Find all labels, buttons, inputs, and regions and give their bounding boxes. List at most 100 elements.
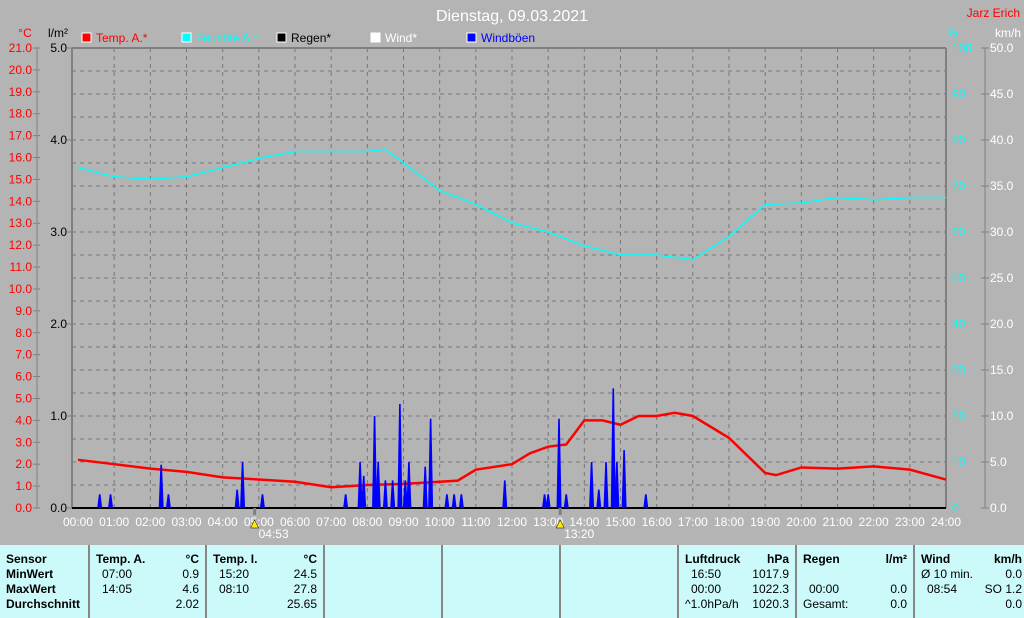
x-tick-label: 09:00: [388, 515, 418, 529]
humidity-tick-label: 80: [952, 133, 966, 147]
humidity-tick-label: 40: [952, 317, 966, 331]
cell: Sensor: [6, 552, 47, 566]
cell: 0.0: [1005, 597, 1022, 611]
humidity-tick-label: 30: [952, 363, 966, 377]
temp-tick-label: 8.0: [15, 326, 32, 340]
temp-tick-label: 17.0: [9, 129, 33, 143]
x-tick-label: 10:00: [425, 515, 455, 529]
temp-tick-label: 12.0: [9, 238, 33, 252]
windgust-spike: [259, 494, 265, 508]
cell: 24.5: [293, 567, 317, 581]
humidity-tick-label: 20: [952, 409, 966, 423]
cell: Gesamt:: [803, 597, 849, 611]
cell: 4.6: [182, 582, 199, 596]
cell: ^1.0hPa/h: [685, 597, 739, 611]
cell: 1020.3: [752, 597, 789, 611]
col-empty: [325, 545, 443, 618]
temp-tick-label: 9.0: [15, 304, 32, 318]
windgust-spike: [643, 494, 649, 508]
wind-tick-label: 10.0: [990, 409, 1014, 423]
legend-label: Feuchte A.*: [196, 31, 258, 45]
rain-tick-label: 1.0: [50, 409, 67, 423]
temp-tick-label: 21.0: [9, 41, 33, 55]
x-tick-label: 23:00: [895, 515, 925, 529]
cell: l/m²: [885, 552, 907, 566]
cell: SO 1.2: [984, 582, 1022, 596]
x-tick-label: 07:00: [316, 515, 346, 529]
x-tick-label: 22:00: [859, 515, 889, 529]
x-tick-label: 01:00: [99, 515, 129, 529]
temp-tick-label: 1.0: [15, 479, 32, 493]
legend-swatch: [276, 32, 287, 43]
temp-tick-label: 20.0: [9, 63, 33, 77]
cell: Regen: [803, 552, 840, 566]
x-tick-label: 12:00: [497, 515, 527, 529]
temp-tick-label: 3.0: [15, 435, 32, 449]
windgust-spike: [234, 489, 240, 508]
windgust-spike: [97, 494, 103, 508]
windgust-spike: [451, 494, 457, 508]
windgust-spike: [158, 464, 164, 508]
cell: MinWert: [6, 567, 54, 581]
temp-axis-unit: °C: [18, 26, 32, 40]
temp-tick-label: 16.0: [9, 151, 33, 165]
x-tick-label: 20:00: [786, 515, 816, 529]
temp-tick-label: 7.0: [15, 348, 32, 362]
humidity-tick-label: 100: [952, 41, 972, 55]
temp-tick-label: 18.0: [9, 107, 33, 121]
legend-label: Wind*: [385, 31, 417, 45]
cell: 0.0: [890, 597, 907, 611]
annotation-label: 04:53: [259, 527, 289, 541]
windgust-spike: [428, 418, 434, 508]
temp-tick-label: 15.0: [9, 172, 33, 186]
wind-tick-label: 45.0: [990, 87, 1014, 101]
x-tick-label: 21:00: [822, 515, 852, 529]
wind-tick-label: 15.0: [990, 363, 1014, 377]
temp-tick-label: 5.0: [15, 391, 32, 405]
legend-swatch: [81, 32, 92, 43]
stats-table: Sensor MinWert MaxWert Durchschnitt Temp…: [0, 545, 1024, 618]
rain-tick-label: 3.0: [50, 225, 67, 239]
col-empty: [561, 545, 679, 618]
x-tick-label: 17:00: [678, 515, 708, 529]
windgust-spike: [108, 494, 114, 508]
temp-tick-label: 10.0: [9, 282, 33, 296]
cell: 2.02: [175, 597, 199, 611]
windgust-spike: [603, 462, 609, 508]
cell: km/h: [993, 552, 1022, 566]
windgust-spike: [545, 494, 551, 508]
x-tick-label: 24:00: [931, 515, 961, 529]
humidity-tick-label: 0: [952, 501, 959, 515]
windgust-spike: [563, 494, 569, 508]
rain-tick-label: 2.0: [50, 317, 67, 331]
windgust-spike: [444, 494, 450, 508]
cell: 08:54: [927, 582, 958, 596]
cell: 0.0: [1005, 567, 1022, 581]
windgust-spike: [610, 388, 616, 508]
cell: 1022.3: [752, 582, 789, 596]
annotation-label: 13:20: [564, 527, 594, 541]
x-tick-label: 16:00: [642, 515, 672, 529]
humidity-tick-label: 90: [952, 87, 966, 101]
chart-title: Dienstag, 09.03.2021: [436, 8, 588, 25]
windgust-spike: [422, 466, 428, 508]
temp-tick-label: 14.0: [9, 194, 33, 208]
cell: Luftdruck: [685, 552, 741, 566]
windgust-spike: [165, 494, 171, 508]
cell: Ø 10 min.: [921, 567, 974, 581]
rain-tick-label: 4.0: [50, 133, 67, 147]
x-tick-label: 18:00: [714, 515, 744, 529]
cell: Durchschnitt: [6, 597, 81, 611]
wind-axis-unit: km/h: [995, 26, 1021, 40]
windgust-spike: [596, 489, 602, 508]
humidity-tick-label: 60: [952, 225, 966, 239]
x-tick-label: 19:00: [750, 515, 780, 529]
temp-tick-label: 4.0: [15, 413, 32, 427]
wind-tick-label: 0.0: [990, 501, 1007, 515]
wind-tick-label: 20.0: [990, 317, 1014, 331]
windgust-spike: [397, 404, 403, 508]
wind-tick-label: 50.0: [990, 41, 1014, 55]
cell: 00:00: [809, 582, 840, 596]
humidity-tick-label: 70: [952, 179, 966, 193]
windgust-spike: [621, 450, 627, 508]
